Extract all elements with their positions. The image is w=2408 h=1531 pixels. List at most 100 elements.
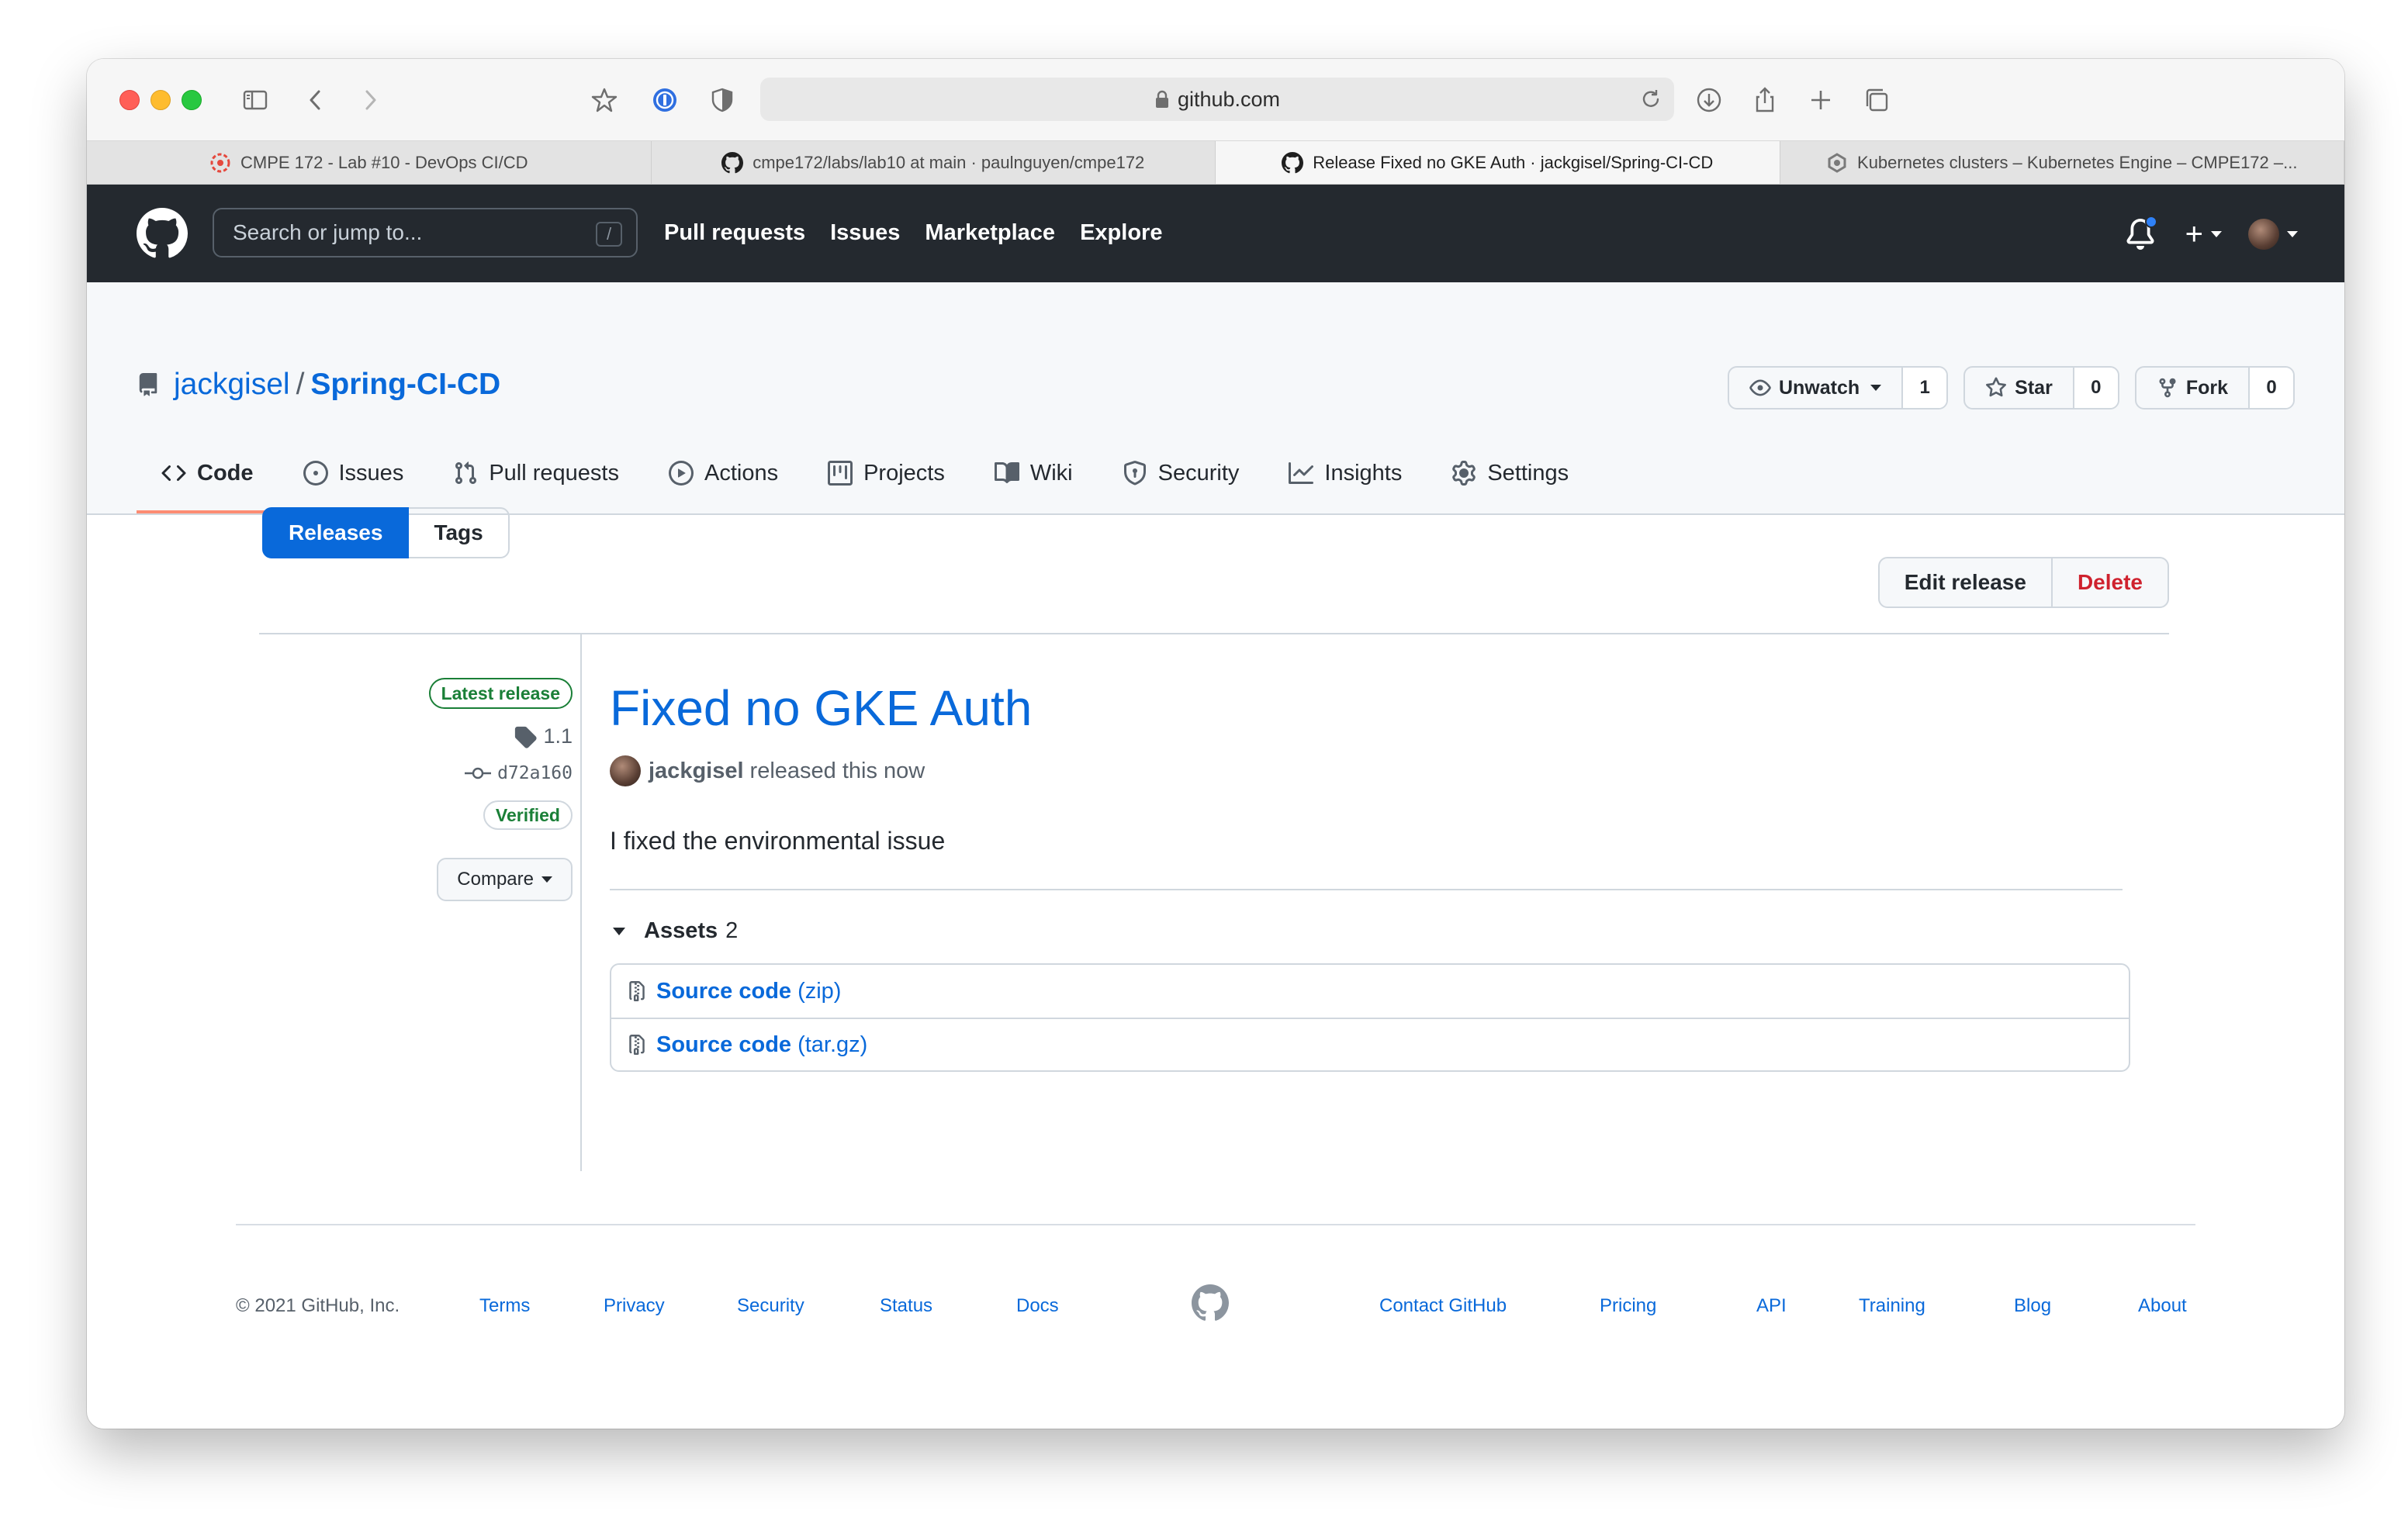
- privacy-shield-icon[interactable]: [704, 82, 740, 118]
- nav-pull-requests[interactable]: Pull requests: [664, 220, 805, 246]
- share-icon[interactable]: [1747, 82, 1783, 118]
- plus-icon: +: [2185, 216, 2203, 251]
- fork-button[interactable]: Fork: [2136, 368, 2250, 408]
- address-bar[interactable]: github.com: [760, 78, 1674, 121]
- nav-issues[interactable]: Issues: [830, 220, 900, 246]
- search-input[interactable]: Search or jump to... /: [213, 208, 638, 257]
- atlassian-icon: [210, 153, 230, 172]
- browser-tab-kubernetes[interactable]: Kubernetes clusters – Kubernetes Engine …: [1780, 141, 2344, 184]
- sidebar-toggle-icon[interactable]: [237, 82, 273, 118]
- divider: [610, 889, 2123, 890]
- browser-tab-release-active[interactable]: Release Fixed no GKE Auth · jackgisel/Sp…: [1216, 141, 1780, 184]
- repo-owner-link[interactable]: jackgisel: [174, 368, 290, 402]
- asset-source-zip[interactable]: Source code (zip): [611, 965, 2129, 1018]
- tab-wiki[interactable]: Wiki: [970, 434, 1098, 512]
- repo-actions: Unwatch 1 Star 0 Fork 0: [1712, 366, 2295, 410]
- footer-link-blog[interactable]: Blog: [2014, 1295, 2051, 1317]
- star-count[interactable]: 0: [2074, 368, 2118, 408]
- footer: © 2021 GitHub, Inc. Terms Privacy Securi…: [236, 1284, 2195, 1342]
- release-title[interactable]: Fixed no GKE Auth: [610, 679, 1032, 737]
- delete-release-button[interactable]: Delete: [2053, 558, 2168, 607]
- back-icon[interactable]: [298, 82, 334, 118]
- star-button[interactable]: Star: [1965, 368, 2074, 408]
- footer-link-status[interactable]: Status: [880, 1295, 932, 1317]
- close-window-button[interactable]: [119, 90, 140, 110]
- minimize-window-button[interactable]: [150, 90, 171, 110]
- repo-name-link[interactable]: Spring-CI-CD: [310, 368, 500, 402]
- new-tab-icon[interactable]: [1803, 82, 1839, 118]
- github-icon: [1282, 151, 1304, 173]
- release-notes: I fixed the environmental issue: [610, 827, 946, 855]
- tab-insights[interactable]: Insights: [1264, 434, 1427, 512]
- star-button-group: Star 0: [1963, 366, 2119, 410]
- downloads-icon[interactable]: [1691, 82, 1727, 118]
- eye-icon: [1749, 379, 1771, 396]
- zoom-window-button[interactable]: [182, 90, 202, 110]
- nav-marketplace[interactable]: Marketplace: [925, 220, 1055, 246]
- tab-projects[interactable]: Projects: [803, 434, 970, 512]
- gear-icon: [1452, 461, 1476, 486]
- releases-tags-subnav: Releases Tags: [262, 507, 510, 558]
- lock-icon: [1155, 90, 1168, 108]
- edit-release-button[interactable]: Edit release: [1880, 558, 2053, 607]
- tab-actions[interactable]: Actions: [644, 434, 803, 512]
- reload-icon[interactable]: [1638, 87, 1663, 112]
- tab-overview-icon[interactable]: [1859, 82, 1894, 118]
- latest-release-badge: Latest release: [428, 678, 573, 709]
- footer-link-pricing[interactable]: Pricing: [1600, 1295, 1656, 1317]
- footer-divider: [236, 1224, 2195, 1225]
- footer-link-terms[interactable]: Terms: [479, 1295, 530, 1317]
- browser-tab-atlassian[interactable]: CMPE 172 - Lab #10 - DevOps CI/CD: [87, 141, 652, 184]
- tab-pull-requests[interactable]: Pull requests: [428, 434, 644, 512]
- repo-header: jackgisel / Spring-CI-CD Unwatch 1 Star …: [87, 282, 2344, 515]
- asset-source-targz[interactable]: Source code (tar.gz): [611, 1018, 2129, 1070]
- footer-copyright: © 2021 GitHub, Inc.: [236, 1295, 400, 1316]
- tab-tags[interactable]: Tags: [409, 507, 510, 558]
- nav-explore[interactable]: Explore: [1080, 220, 1162, 246]
- compare-dropdown[interactable]: Compare: [437, 858, 573, 901]
- assets-toggle[interactable]: Assets 2: [613, 918, 738, 944]
- footer-link-training[interactable]: Training: [1859, 1295, 1925, 1317]
- forward-icon[interactable]: [352, 82, 388, 118]
- tab-releases[interactable]: Releases: [262, 507, 410, 558]
- address-url: github.com: [1177, 87, 1281, 111]
- fork-count[interactable]: 0: [2250, 368, 2293, 408]
- release-tag-link[interactable]: 1.1: [514, 724, 573, 748]
- footer-link-docs[interactable]: Docs: [1016, 1295, 1059, 1317]
- github-logo-icon[interactable]: [1192, 1284, 1229, 1322]
- github-header: Search or jump to... / Pull requests Iss…: [87, 185, 2344, 282]
- footer-link-security[interactable]: Security: [737, 1295, 804, 1317]
- commit-link[interactable]: d72a160: [465, 763, 573, 783]
- gcp-icon: [1828, 152, 1846, 173]
- footer-link-api[interactable]: API: [1756, 1295, 1787, 1317]
- tab-issues[interactable]: Issues: [279, 434, 429, 512]
- browser-toolbar: github.com: [87, 59, 2344, 141]
- assets-label: Assets: [644, 918, 718, 943]
- create-new-menu[interactable]: +: [2185, 217, 2222, 252]
- author-link[interactable]: jackgisel: [649, 759, 744, 784]
- pull-request-icon: [455, 461, 477, 485]
- bookmark-star-icon[interactable]: [586, 82, 622, 118]
- unwatch-button[interactable]: Unwatch: [1729, 368, 1904, 408]
- footer-link-contact[interactable]: Contact GitHub: [1379, 1295, 1507, 1317]
- released-text: released this now: [749, 758, 925, 783]
- play-icon: [668, 461, 694, 486]
- watch-count[interactable]: 1: [1903, 368, 1947, 408]
- watch-button-group: Unwatch 1: [1727, 366, 1949, 410]
- footer-link-privacy[interactable]: Privacy: [604, 1295, 665, 1317]
- tab-settings[interactable]: Settings: [1427, 434, 1593, 512]
- notifications-bell-icon[interactable]: [2125, 216, 2157, 250]
- graph-icon: [1289, 462, 1314, 484]
- browser-tab-github-lab10[interactable]: cmpe172/labs/lab10 at main · paulnguyen/…: [652, 141, 1216, 184]
- footer-link-about[interactable]: About: [2138, 1295, 2187, 1317]
- tab-code[interactable]: Code: [137, 434, 279, 513]
- repo-tabs: Code Issues Pull requests Actions Projec…: [137, 434, 1593, 515]
- github-logo-icon[interactable]: [137, 208, 188, 259]
- avatar[interactable]: [610, 755, 641, 786]
- password-manager-icon[interactable]: [647, 82, 683, 118]
- tab-security[interactable]: Security: [1098, 434, 1265, 512]
- user-menu[interactable]: [2248, 219, 2298, 250]
- book-icon: [994, 461, 1019, 483]
- browser-tab-bar: CMPE 172 - Lab #10 - DevOps CI/CD cmpe17…: [87, 141, 2344, 185]
- verified-badge[interactable]: Verified: [483, 800, 573, 830]
